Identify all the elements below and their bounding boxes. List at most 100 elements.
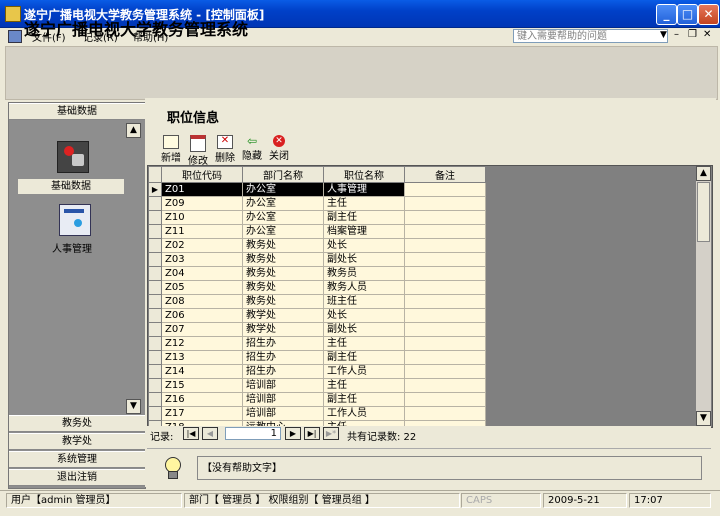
maximize-icon[interactable]: □	[677, 4, 698, 25]
cell-dept[interactable]: 招生办	[242, 350, 324, 365]
grid-scroll-up-icon[interactable]: ▲	[696, 166, 711, 181]
cell-code[interactable]: Z04	[161, 266, 243, 281]
chevron-down-icon[interactable]: ▼	[660, 30, 667, 40]
column-header-code[interactable]: 职位代码	[161, 166, 243, 183]
table-row[interactable]: Z09 办公室 主任	[148, 196, 486, 211]
row-selector[interactable]	[148, 308, 162, 323]
basic-data-icon[interactable]	[57, 141, 89, 173]
cell-dept[interactable]: 教务处	[242, 266, 324, 281]
row-selector[interactable]	[148, 280, 162, 295]
cell-remark[interactable]	[404, 378, 486, 393]
table-row[interactable]: ▶ Z01 办公室 人事管理	[148, 182, 486, 197]
cell-remark[interactable]	[404, 280, 486, 295]
mdi-restore-icon[interactable]: ❐	[688, 29, 697, 40]
table-row[interactable]: Z02 教务处 处长	[148, 238, 486, 253]
row-selector[interactable]	[148, 252, 162, 267]
cell-remark[interactable]	[404, 182, 486, 197]
row-selector[interactable]	[148, 406, 162, 421]
cell-remark[interactable]	[404, 210, 486, 225]
help-question-input[interactable]: 键入需要帮助的问题	[513, 29, 668, 43]
table-row[interactable]: Z10 办公室 副主任	[148, 210, 486, 225]
cell-dept[interactable]: 教务处	[242, 252, 324, 267]
sidebar-group-logout[interactable]: 退出注销	[9, 469, 145, 486]
cell-remark[interactable]	[404, 238, 486, 253]
cell-code[interactable]: Z14	[161, 364, 243, 379]
scroll-up-icon[interactable]: ▲	[126, 123, 141, 138]
cell-dept[interactable]: 教学处	[242, 308, 324, 323]
close-icon[interactable]: ✕	[698, 4, 719, 25]
cell-code[interactable]: Z16	[161, 392, 243, 407]
cell-position[interactable]: 教务人员	[323, 280, 405, 295]
cell-remark[interactable]	[404, 266, 486, 281]
cell-remark[interactable]	[404, 224, 486, 239]
cell-dept[interactable]: 办公室	[242, 210, 324, 225]
cell-position[interactable]: 档案管理	[323, 224, 405, 239]
cell-code[interactable]: Z10	[161, 210, 243, 225]
cell-position[interactable]: 处长	[323, 238, 405, 253]
cell-remark[interactable]	[404, 196, 486, 211]
cell-dept[interactable]: 教务处	[242, 238, 324, 253]
sidebar-item-basic-data[interactable]: 基础数据	[18, 179, 124, 194]
scroll-thumb[interactable]	[697, 182, 710, 242]
cell-code[interactable]: Z03	[161, 252, 243, 267]
column-header-dept[interactable]: 部门名称	[242, 166, 324, 183]
cell-dept[interactable]: 办公室	[242, 224, 324, 239]
cell-remark[interactable]	[404, 364, 486, 379]
cell-position[interactable]: 主任	[323, 196, 405, 211]
cell-code[interactable]: Z17	[161, 406, 243, 421]
minimize-icon[interactable]: _	[656, 4, 677, 25]
cell-dept[interactable]: 招生办	[242, 336, 324, 351]
add-button[interactable]: 新增	[157, 135, 185, 164]
cell-dept[interactable]: 教务处	[242, 280, 324, 295]
table-row[interactable]: Z04 教务处 教务员	[148, 266, 486, 281]
cell-position[interactable]: 教务员	[323, 266, 405, 281]
sidebar-group-teaching[interactable]: 教学处	[9, 433, 145, 450]
cell-remark[interactable]	[404, 406, 486, 421]
cell-remark[interactable]	[404, 252, 486, 267]
table-row[interactable]: Z15 培训部 主任	[148, 378, 486, 393]
row-selector[interactable]	[148, 336, 162, 351]
table-row[interactable]: Z17 培训部 工作人员	[148, 406, 486, 421]
table-row[interactable]: Z14 招生办 工作人员	[148, 364, 486, 379]
column-header-remark[interactable]: 备注	[404, 166, 486, 183]
cell-remark[interactable]	[404, 308, 486, 323]
cell-position[interactable]: 工作人员	[323, 406, 405, 421]
last-record-icon[interactable]: ▶|	[304, 427, 320, 440]
row-selector[interactable]	[148, 378, 162, 393]
prev-record-icon[interactable]: ◀	[202, 427, 218, 440]
scroll-down-icon[interactable]: ▼	[126, 399, 141, 414]
cell-dept[interactable]: 教务处	[242, 294, 324, 309]
cell-dept[interactable]: 教学处	[242, 322, 324, 337]
sidebar-item-personnel[interactable]: 人事管理	[39, 240, 105, 255]
sidebar-group-basic[interactable]: 基础数据	[9, 103, 145, 120]
cell-position[interactable]: 工作人员	[323, 364, 405, 379]
table-row[interactable]: Z03 教务处 副处长	[148, 252, 486, 267]
cell-dept[interactable]: 办公室	[242, 196, 324, 211]
cell-position[interactable]: 人事管理	[323, 182, 405, 197]
cell-dept[interactable]: 培训部	[242, 406, 324, 421]
cell-position[interactable]: 副主任	[323, 350, 405, 365]
table-row[interactable]: Z07 教学处 副处长	[148, 322, 486, 337]
row-selector[interactable]	[148, 392, 162, 407]
cell-code[interactable]: Z12	[161, 336, 243, 351]
cell-dept[interactable]: 培训部	[242, 378, 324, 393]
row-selector[interactable]	[148, 224, 162, 239]
cell-code[interactable]: Z07	[161, 322, 243, 337]
close-button[interactable]: ✕ 关闭	[265, 135, 293, 162]
row-selector[interactable]	[148, 196, 162, 211]
cell-position[interactable]: 副主任	[323, 210, 405, 225]
cell-code[interactable]: Z06	[161, 308, 243, 323]
cell-code[interactable]: Z13	[161, 350, 243, 365]
new-record-icon[interactable]: ▶*	[323, 427, 339, 440]
table-row[interactable]: Z11 办公室 档案管理	[148, 224, 486, 239]
cell-code[interactable]: Z15	[161, 378, 243, 393]
hide-button[interactable]: ⇦ 隐藏	[238, 135, 266, 162]
table-row[interactable]: Z05 教务处 教务人员	[148, 280, 486, 295]
column-header-position[interactable]: 职位名称	[323, 166, 405, 183]
cell-position[interactable]: 主任	[323, 378, 405, 393]
cell-dept[interactable]: 招生办	[242, 364, 324, 379]
cell-position[interactable]: 主任	[323, 336, 405, 351]
row-selector[interactable]	[148, 266, 162, 281]
table-row[interactable]: Z06 教学处 处长	[148, 308, 486, 323]
cell-code[interactable]: Z11	[161, 224, 243, 239]
